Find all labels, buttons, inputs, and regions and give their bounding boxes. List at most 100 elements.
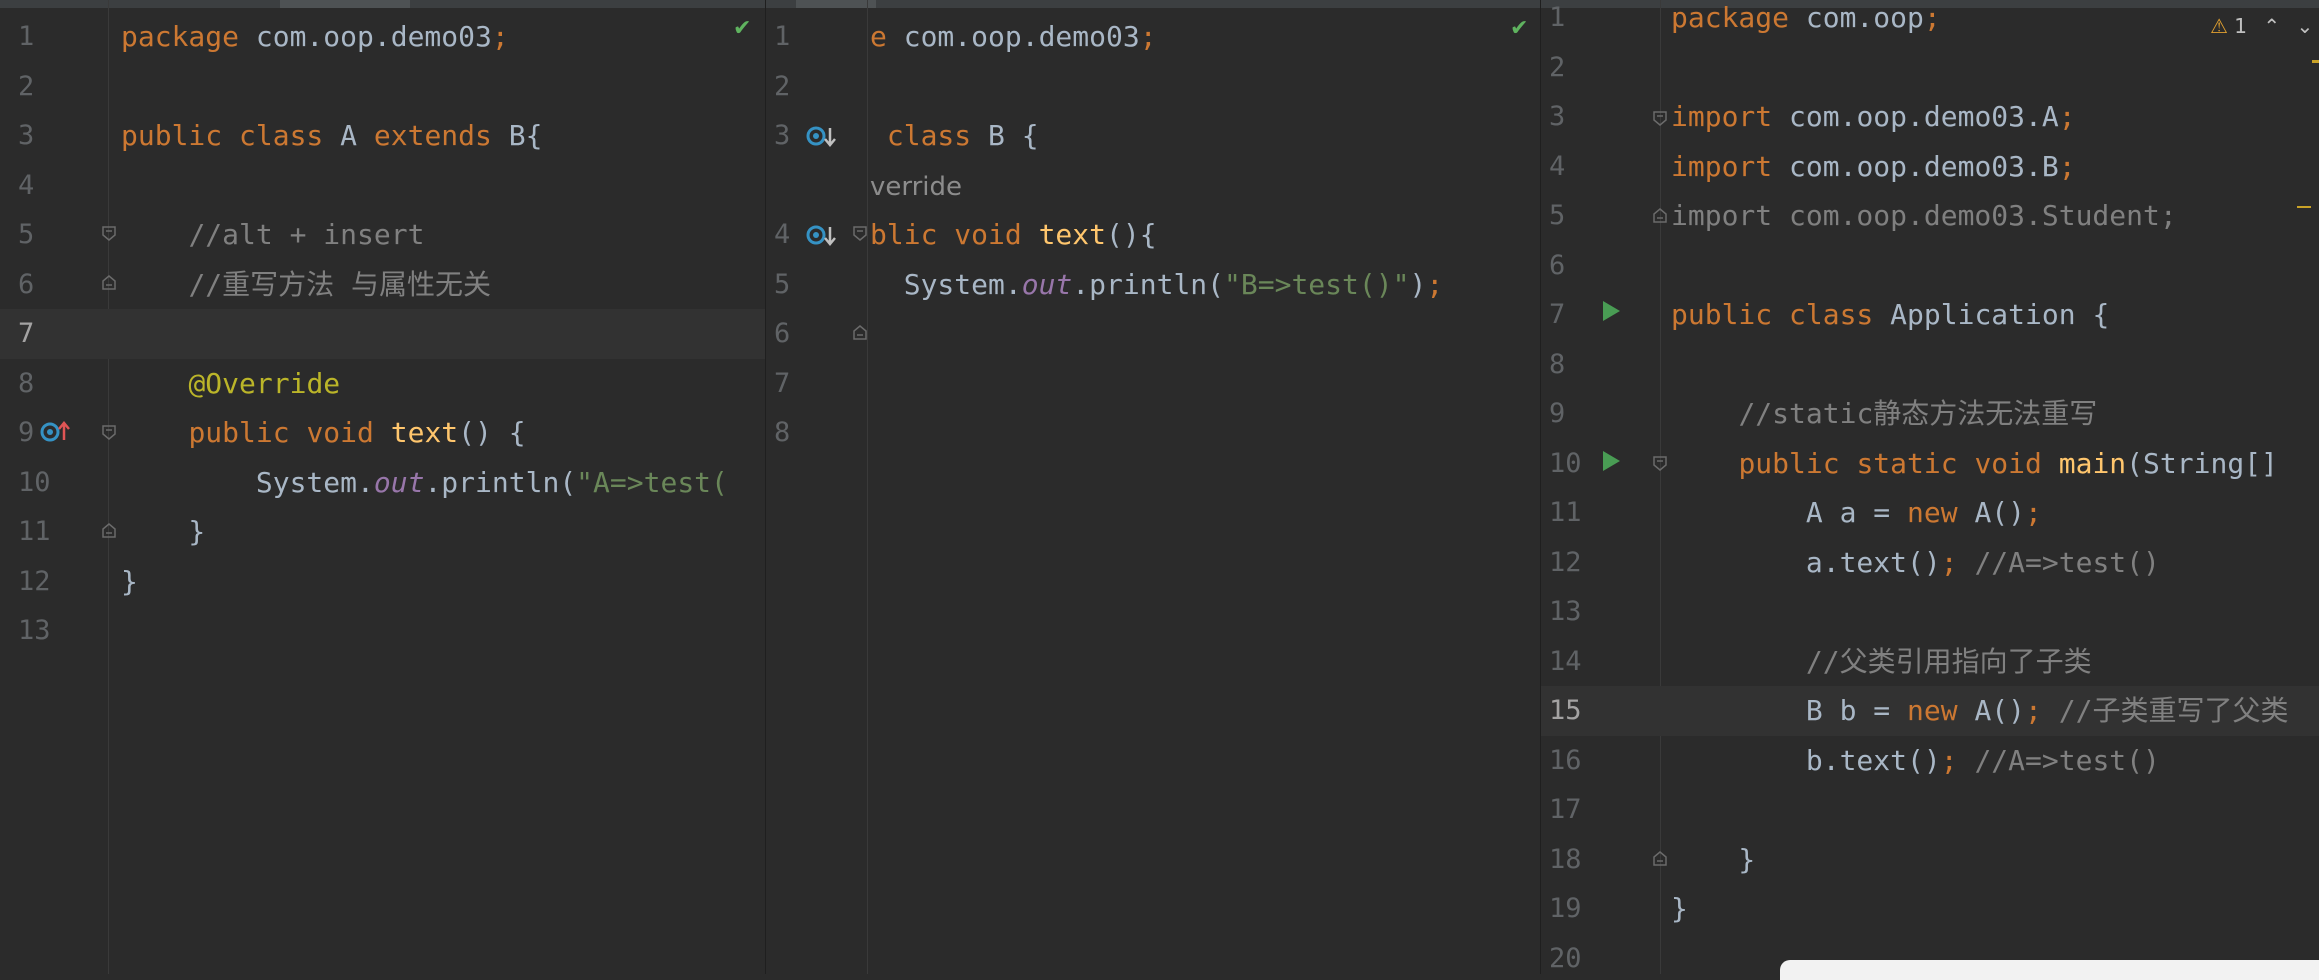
code-text[interactable]: public class A extends B{ — [121, 111, 542, 161]
code-line[interactable]: 12 a.text(); //A=>test() — [1541, 538, 2319, 588]
code-text[interactable]: import com.oop.demo03.B; — [1671, 142, 2076, 192]
run-gutter-icon[interactable] — [1601, 300, 1621, 326]
tab-active[interactable] — [280, 0, 410, 8]
fold-icon[interactable] — [852, 225, 868, 241]
code-line[interactable]: 1 package com.oop; — [1541, 0, 2319, 43]
fold-icon[interactable] — [1652, 208, 1668, 224]
tab-active[interactable] — [796, 0, 876, 8]
scroll-marker[interactable] — [2312, 60, 2319, 63]
code-line[interactable]: 10 System.out.println("A=>test( — [0, 458, 765, 508]
code-text[interactable]: //重写方法 与属性无关 — [121, 260, 491, 310]
override-marker-icon[interactable] — [40, 418, 72, 450]
code-line[interactable]: 13 — [1541, 587, 2319, 637]
code-text[interactable]: class B { — [870, 111, 1039, 161]
fold-icon[interactable] — [852, 325, 868, 341]
fold-icon[interactable] — [101, 424, 117, 440]
code-line[interactable]: 7 — [766, 359, 1540, 409]
code-text[interactable]: System.out.println("B=>test()"); — [870, 260, 1443, 310]
code-line[interactable]: 2 — [0, 62, 765, 112]
popup-edge — [1780, 960, 2319, 980]
code-line[interactable]: 1 package com.oop.demo03; — [0, 12, 765, 62]
line-number: 20 — [1549, 942, 1582, 974]
code-token: //子类重写了父类 — [2058, 694, 2289, 727]
implemented-marker-icon[interactable] — [806, 221, 838, 253]
editor-pane-a[interactable]: 1 package com.oop.demo03; 2 3 public class A… — [0, 0, 766, 974]
code-line[interactable]: 12} — [0, 557, 765, 607]
code-line[interactable]: 1 e com.oop.demo03; — [766, 12, 1540, 62]
fold-icon[interactable] — [101, 523, 117, 539]
code-text[interactable]: public static void main(String[] — [1671, 439, 2277, 489]
code-line[interactable]: 8 — [1541, 340, 2319, 390]
editor-pane-application[interactable]: 1 package com.oop; 2 3 import com.oop.demo03… — [1541, 0, 2319, 974]
code-token: ) — [1409, 267, 1427, 301]
code-text[interactable]: } — [1671, 835, 1755, 885]
code-text[interactable]: @Override — [121, 359, 340, 409]
tab-strip[interactable] — [766, 0, 1540, 8]
code-line[interactable]: 16 b.text(); //A=>test() — [1541, 736, 2319, 786]
warning-indicator[interactable]: ⚠ 1 ⌃ ⌄ — [2210, 14, 2313, 38]
code-line[interactable]: 5 System.out.println("B=>test()"); — [766, 260, 1540, 310]
code-line[interactable]: 15 B b = new A(); //子类重写了父类 — [1541, 686, 2319, 736]
chevron-up-icon[interactable]: ⌃ — [2263, 14, 2280, 38]
code-token: import com.oop.demo03.Student; — [1671, 199, 2177, 232]
code-line[interactable]: 14 //父类引用指向了子类 — [1541, 637, 2319, 687]
code-line[interactable]: verride — [766, 161, 1540, 211]
fold-icon[interactable] — [1652, 851, 1668, 867]
scroll-marker[interactable] — [2297, 206, 2311, 208]
fold-icon[interactable] — [1652, 455, 1668, 471]
code-text[interactable]: } — [121, 557, 138, 607]
code-text[interactable]: a.text(); //A=>test() — [1671, 538, 2160, 588]
code-text[interactable]: //父类引用指向了子类 — [1671, 637, 2092, 687]
code-text[interactable]: //static静态方法无法重写 — [1671, 389, 2097, 439]
run-gutter-icon[interactable] — [1601, 450, 1621, 476]
code-line[interactable]: 6 — [766, 309, 1540, 359]
tab-strip[interactable] — [0, 0, 765, 8]
code-text[interactable]: e com.oop.demo03; — [870, 12, 1157, 62]
code-text[interactable]: A a = new A(); — [1671, 488, 2042, 538]
code-line[interactable]: 4 import com.oop.demo03.B; — [1541, 142, 2319, 192]
code-text[interactable]: b.text(); //A=>test() — [1671, 736, 2160, 786]
code-text[interactable]: } — [1671, 884, 1688, 934]
code-text[interactable]: public class Application { — [1671, 290, 2109, 340]
code-text[interactable]: System.out.println("A=>test( — [121, 458, 728, 508]
inspection-ok-icon[interactable]: ✔ — [1510, 16, 1528, 41]
code-line[interactable]: 7 public class Application { — [1541, 290, 2319, 340]
code-line[interactable]: 4 blic void text(){ — [766, 210, 1540, 260]
editor-pane-b[interactable]: 1 e com.oop.demo03; 2 3 class B {verride 4 bl… — [766, 0, 1541, 974]
inspection-ok-icon[interactable]: ✔ — [733, 16, 751, 41]
fold-icon[interactable] — [101, 275, 117, 291]
code-text[interactable]: //alt + insert — [121, 210, 424, 260]
code-text[interactable]: B b = new A(); //子类重写了父类 — [1671, 686, 2289, 736]
fold-icon[interactable] — [101, 225, 117, 241]
code-token: } — [1671, 892, 1688, 925]
code-text[interactable]: blic void text(){ — [870, 210, 1157, 260]
code-line[interactable]: 19} — [1541, 884, 2319, 934]
code-line[interactable]: 8 @Override — [0, 359, 765, 409]
code-text[interactable]: } — [121, 507, 205, 557]
code-line[interactable]: 3 class B { — [766, 111, 1540, 161]
chevron-down-icon[interactable]: ⌄ — [2297, 14, 2314, 38]
code-text[interactable]: public void text() { — [121, 408, 525, 458]
code-line[interactable]: 7 — [0, 309, 765, 359]
line-number: 6 — [1549, 249, 1566, 281]
code-line[interactable]: 11 A a = new A(); — [1541, 488, 2319, 538]
code-text[interactable]: import com.oop.demo03.A; — [1671, 92, 2076, 142]
fold-icon[interactable] — [1652, 110, 1668, 126]
code-line[interactable]: 2 — [766, 62, 1540, 112]
code-text[interactable]: import com.oop.demo03.Student; — [1671, 191, 2177, 241]
code-line[interactable]: 8 — [766, 408, 1540, 458]
code-token: //父类引用指向了子类 — [1805, 644, 2092, 678]
code-text[interactable]: verride — [870, 161, 962, 213]
code-line[interactable]: 13 — [0, 606, 765, 656]
code-line[interactable]: 4 — [0, 161, 765, 211]
implemented-marker-icon[interactable] — [806, 122, 838, 154]
code-line[interactable]: 2 — [1541, 43, 2319, 93]
code-line[interactable]: 17 — [1541, 785, 2319, 835]
code-text[interactable]: package com.oop; — [1671, 0, 1941, 43]
code-line[interactable]: 3 public class A extends B{ — [0, 111, 765, 161]
code-line[interactable]: 6 — [1541, 241, 2319, 291]
code-line[interactable]: 9 //static静态方法无法重写 — [1541, 389, 2319, 439]
code-text[interactable]: package com.oop.demo03; — [121, 12, 509, 62]
